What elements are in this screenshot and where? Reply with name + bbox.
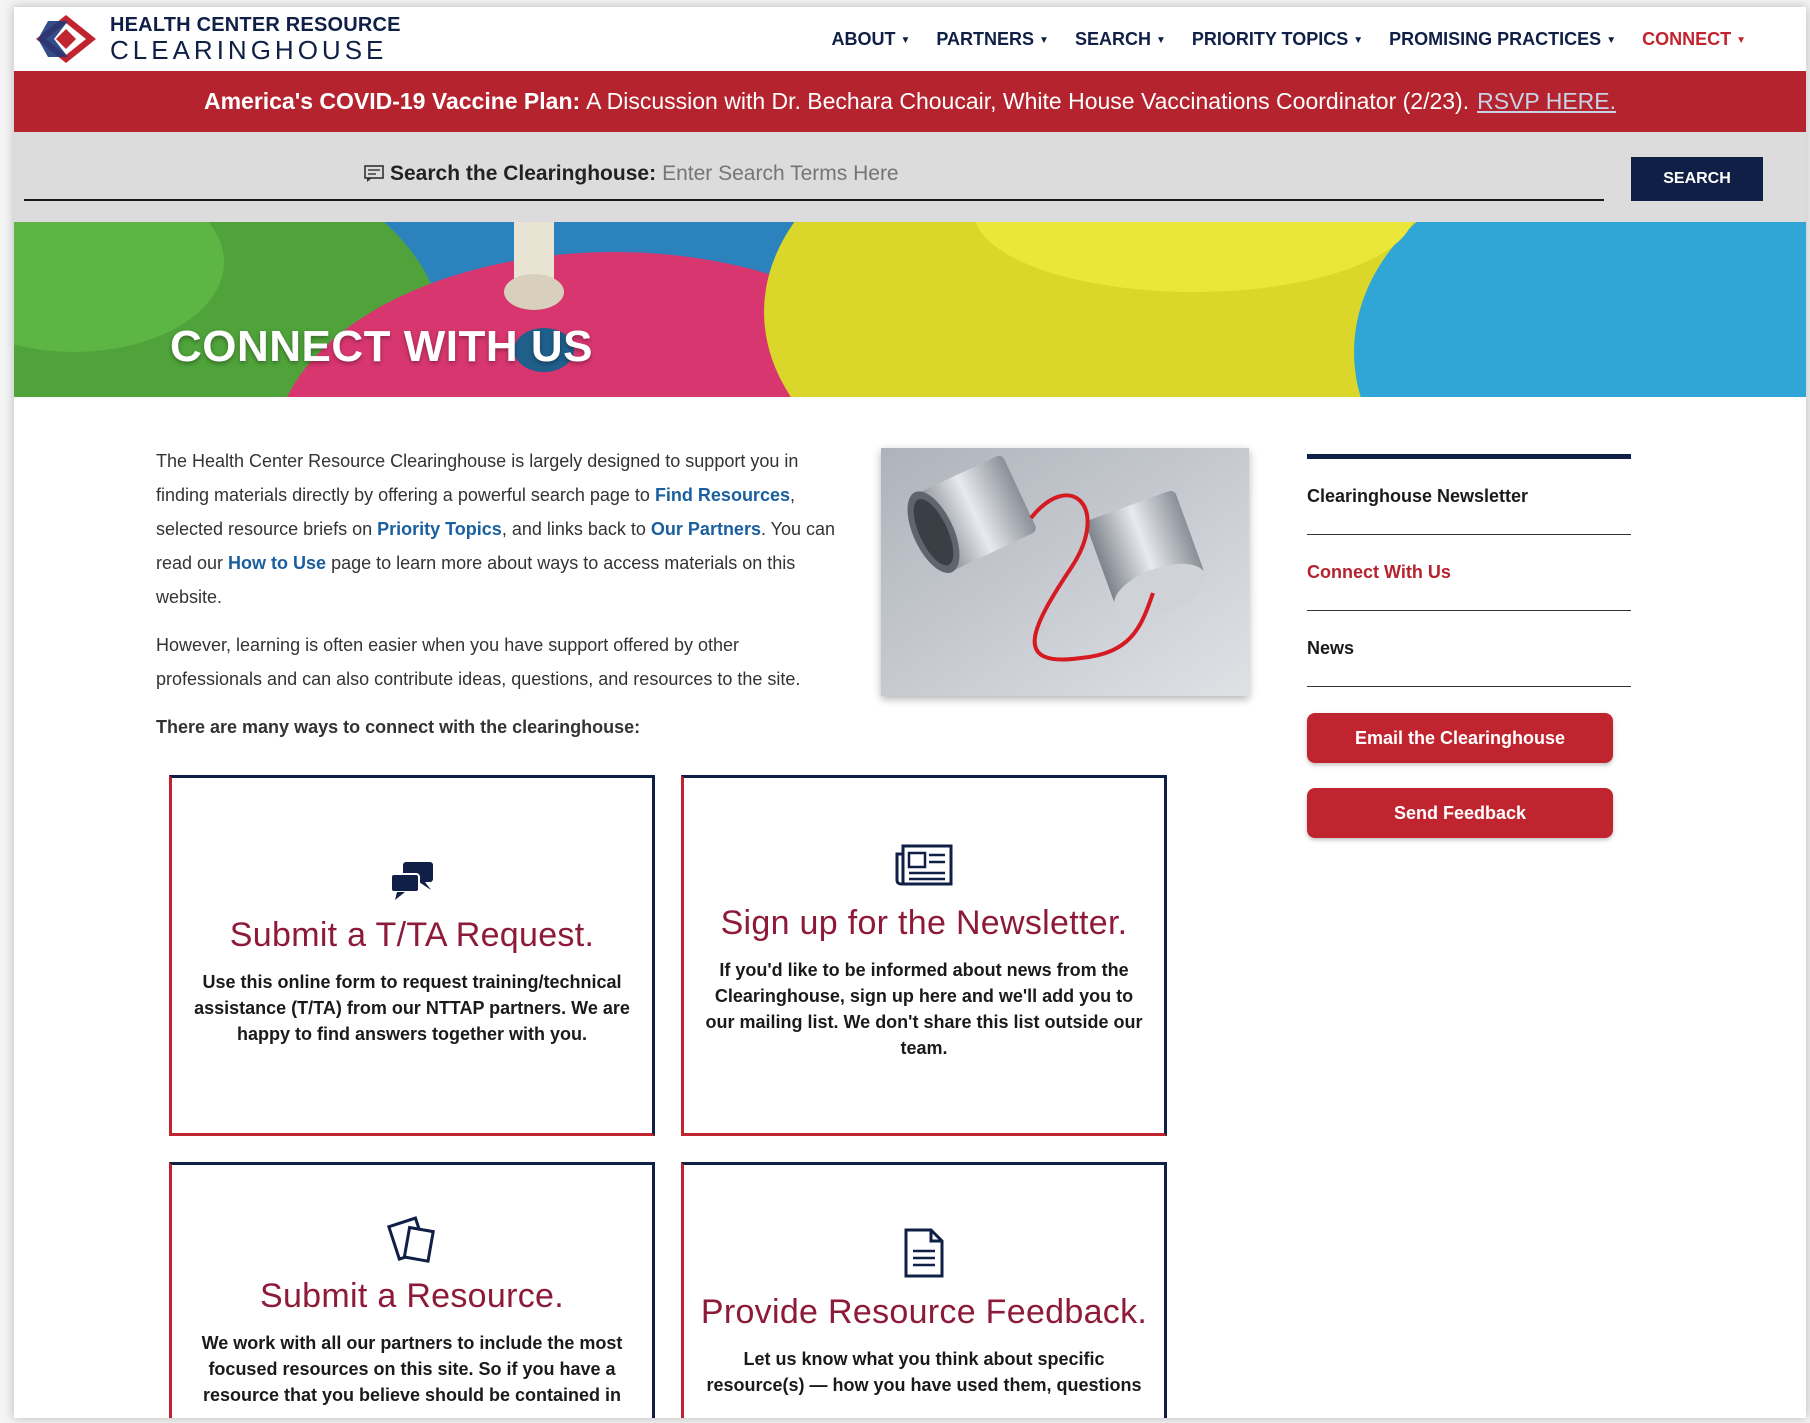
nav-connect[interactable]: CONNECT ▼ xyxy=(1642,29,1746,50)
search-input[interactable] xyxy=(662,162,1563,186)
card-submit-resource[interactable]: Submit a Resource. We work with all our … xyxy=(169,1162,655,1418)
nav-promising-practices-label: PROMISING PRACTICES xyxy=(1389,28,1602,49)
page: HEALTH CENTER RESOURCE CLEARINGHOUSE ABO… xyxy=(14,7,1806,1418)
tin-can-phone-illustration xyxy=(881,448,1249,696)
card-tta-title: Submit a T/TA Request. xyxy=(229,916,595,954)
site-logo[interactable]: HEALTH CENTER RESOURCE CLEARINGHOUSE xyxy=(34,11,401,67)
sidebar: Clearinghouse Newsletter Connect With Us… xyxy=(1307,454,1631,687)
nav-promising-practices[interactable]: PROMISING PRACTICES ▼ xyxy=(1389,29,1616,50)
card-newsletter[interactable]: Sign up for the Newsletter. If you'd lik… xyxy=(681,775,1167,1136)
intro-paragraph-2: However, learning is often easier when y… xyxy=(156,635,801,689)
card-tta-text: Use this online form to request training… xyxy=(194,972,630,1044)
our-partners-link[interactable]: Our Partners xyxy=(651,519,761,539)
email-clearinghouse-button[interactable]: Email the Clearinghouse xyxy=(1307,713,1613,763)
nav-priority-topics-label: PRIORITY TOPICS xyxy=(1191,28,1349,49)
chevron-down-icon: ▼ xyxy=(1039,34,1049,46)
site-header: HEALTH CENTER RESOURCE CLEARINGHOUSE ABO… xyxy=(14,7,1806,71)
newspaper-icon xyxy=(895,844,953,886)
search-underline xyxy=(24,199,1604,201)
card-newsletter-title: Sign up for the Newsletter. xyxy=(720,904,1128,942)
chat-bubbles-icon xyxy=(390,862,433,900)
search-button[interactable]: SEARCH xyxy=(1631,157,1763,201)
priority-topics-link[interactable]: Priority Topics xyxy=(377,519,502,539)
announcement-text: A Discussion with Dr. Bechara Choucair, … xyxy=(586,88,1470,114)
chevron-down-icon: ▼ xyxy=(900,34,911,46)
chevron-down-icon: ▼ xyxy=(1606,34,1617,46)
logo-line1: HEALTH CENTER RESOURCE xyxy=(110,14,401,36)
find-resources-link[interactable]: Find Resources xyxy=(655,485,790,505)
card-feedback-title: Provide Resource Feedback. xyxy=(700,1293,1148,1331)
announcement-banner: America's COVID-19 Vaccine Plan: A Discu… xyxy=(14,71,1806,132)
search-field-icon xyxy=(364,165,384,182)
chevron-down-icon: ▼ xyxy=(1353,34,1364,46)
nav-about-label: ABOUT xyxy=(831,28,896,49)
card-resource-text: We work with all our partners to include… xyxy=(201,1333,623,1405)
search-label: Search the Clearinghouse: xyxy=(390,162,657,185)
card-feedback-text: Let us know what you think about specifi… xyxy=(706,1349,1142,1395)
send-feedback-button[interactable]: Send Feedback xyxy=(1307,788,1613,838)
document-icon xyxy=(904,1228,944,1278)
intro-text-c: , and links back to xyxy=(501,519,651,539)
card-tta-request[interactable]: Submit a T/TA Request. Use this online f… xyxy=(169,775,655,1136)
logo-line2: CLEARINGHOUSE xyxy=(110,35,388,65)
sidebar-item-connect[interactable]: Connect With Us xyxy=(1307,535,1631,611)
logo-mark-icon xyxy=(36,15,96,63)
nav-partners-label: PARTNERS xyxy=(936,28,1035,49)
nav-search-label: SEARCH xyxy=(1074,28,1151,49)
sidebar-item-news[interactable]: News xyxy=(1307,611,1631,687)
search-bar: Search the Clearinghouse: SEARCH xyxy=(14,132,1806,222)
documents-icon xyxy=(387,1216,435,1263)
sidebar-item-newsletter[interactable]: Clearinghouse Newsletter xyxy=(1307,459,1631,535)
hero-banner: CONNECT WITH US xyxy=(14,222,1806,397)
nav-connect-label: CONNECT xyxy=(1642,28,1732,49)
nav-about[interactable]: ABOUT ▼ xyxy=(831,29,910,50)
chevron-down-icon: ▼ xyxy=(1155,34,1166,46)
card-resource-title: Submit a Resource. xyxy=(260,1277,564,1315)
card-newsletter-text: If you'd like to be informed about news … xyxy=(705,960,1143,1058)
nav-priority-topics[interactable]: PRIORITY TOPICS ▼ xyxy=(1192,29,1363,50)
page-title: CONNECT WITH US xyxy=(170,322,594,371)
intro-paragraph-1: The Health Center Resource Clearinghouse… xyxy=(156,444,846,614)
nav-partners[interactable]: PARTNERS ▼ xyxy=(936,29,1049,50)
nav-search[interactable]: SEARCH ▼ xyxy=(1075,29,1166,50)
announcement-title: America's COVID-19 Vaccine Plan: xyxy=(203,88,581,114)
tin-can-phone-image xyxy=(881,448,1249,696)
card-resource-feedback[interactable]: Provide Resource Feedback. Let us know w… xyxy=(681,1162,1167,1418)
intro-paragraph-3: There are many ways to connect with the … xyxy=(156,717,641,737)
rsvp-link[interactable]: RSVP HERE. xyxy=(1477,88,1616,115)
how-to-use-link[interactable]: How to Use xyxy=(228,553,326,573)
search-field: Search the Clearinghouse: xyxy=(364,162,1563,186)
chevron-down-icon: ▼ xyxy=(1736,34,1746,46)
main-nav: ABOUT ▼ PARTNERS ▼ SEARCH ▼ PRIORITY TOPICS… xyxy=(805,7,1746,71)
intro-content: The Health Center Resource Clearinghouse… xyxy=(156,444,846,758)
